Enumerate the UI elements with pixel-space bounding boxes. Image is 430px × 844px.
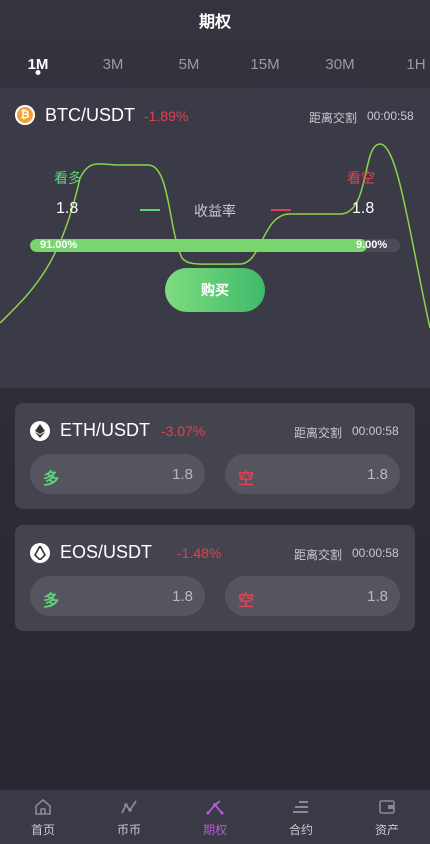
- bottom-nav: 首页 币币 期权 合约 资产: [0, 790, 430, 844]
- countdown-label: 距离交割: [309, 111, 358, 125]
- tab-15m[interactable]: 15M: [250, 56, 279, 73]
- timeframe-tabs: 1M 3M 5M 15M 30M 1H: [0, 46, 430, 88]
- bear-percent: 9.00%: [356, 239, 388, 251]
- bear-rate: 1.8: [352, 200, 375, 217]
- tab-30m[interactable]: 30M: [325, 56, 354, 73]
- tab-5m[interactable]: 5M: [179, 56, 200, 73]
- tab-1h[interactable]: 1H: [406, 56, 425, 73]
- long-rate: 1.8: [172, 588, 193, 605]
- eos-option-card[interactable]: EOS/USDT -1.48% 距离交割 00:00:58 多 1.8 空 1.…: [15, 525, 415, 631]
- bull-rate: 1.8: [56, 200, 79, 217]
- nav-assets[interactable]: 资产: [344, 790, 430, 844]
- eos-icon: [30, 543, 50, 563]
- nav-label: 资产: [374, 823, 399, 837]
- long-label: 多: [43, 471, 60, 488]
- long-button[interactable]: 多 1.8: [30, 576, 205, 616]
- coin-exchange-icon: [121, 800, 137, 814]
- short-rate: 1.8: [367, 588, 388, 605]
- countdown-label: 距离交割: [294, 548, 343, 562]
- short-label: 空: [238, 593, 255, 610]
- nav-spot[interactable]: 币币: [86, 790, 172, 844]
- countdown-label: 距离交割: [294, 426, 343, 440]
- nav-label: 币币: [116, 823, 141, 837]
- bear-label[interactable]: 看空: [347, 168, 375, 188]
- bear-indicator: [271, 209, 291, 211]
- short-button[interactable]: 空 1.8: [225, 454, 400, 494]
- short-rate: 1.8: [367, 466, 388, 483]
- sentiment-bar: [30, 239, 400, 252]
- nav-label: 期权: [202, 823, 227, 837]
- nav-options[interactable]: 期权: [172, 790, 258, 844]
- pair-title: ETH/USDT: [60, 420, 150, 440]
- active-tab-indicator: [35, 70, 41, 75]
- short-label: 空: [238, 471, 255, 488]
- change-percent: -1.48%: [177, 545, 222, 561]
- buy-button[interactable]: 购买: [165, 268, 265, 312]
- short-button[interactable]: 空 1.8: [225, 576, 400, 616]
- nav-label: 合约: [288, 823, 313, 837]
- bitcoin-icon: ₿: [15, 105, 35, 125]
- sentiment-bar-fill: [30, 239, 367, 252]
- price-curve: [0, 143, 430, 329]
- eth-option-card[interactable]: ETH/USDT -3.07% 距离交割 00:00:58 多 1.8 空 1.…: [15, 403, 415, 509]
- long-rate: 1.8: [172, 466, 193, 483]
- btc-option-panel: ₿ BTC/USDT -1.89% 距离交割 00:00:58 看多 看空 1.…: [0, 88, 430, 388]
- nav-home[interactable]: 首页: [0, 790, 86, 844]
- countdown-value: 00:00:58: [352, 424, 399, 438]
- nav-contract[interactable]: 合约: [258, 790, 344, 844]
- long-button[interactable]: 多 1.8: [30, 454, 205, 494]
- change-percent: -3.07%: [161, 423, 206, 439]
- wallet-icon: [379, 800, 395, 814]
- contract-icon: [293, 801, 308, 813]
- countdown-value: 00:00:58: [352, 546, 399, 560]
- page-title: 期权: [198, 14, 231, 31]
- ethereum-icon: [30, 421, 50, 441]
- bull-indicator: [140, 209, 160, 211]
- bull-percent: 91.00%: [40, 239, 78, 251]
- home-icon: [35, 799, 51, 815]
- bull-label[interactable]: 看多: [54, 168, 82, 188]
- tab-3m[interactable]: 3M: [103, 56, 124, 73]
- rate-label: 收益率: [194, 203, 236, 219]
- change-percent: -1.89%: [144, 108, 189, 124]
- pair-title: EOS/USDT: [60, 542, 153, 562]
- countdown-value: 00:00:58: [367, 109, 414, 123]
- long-label: 多: [43, 593, 60, 610]
- pair-title: BTC/USDT: [45, 105, 135, 125]
- options-icon: [206, 800, 224, 815]
- nav-label: 首页: [30, 823, 55, 837]
